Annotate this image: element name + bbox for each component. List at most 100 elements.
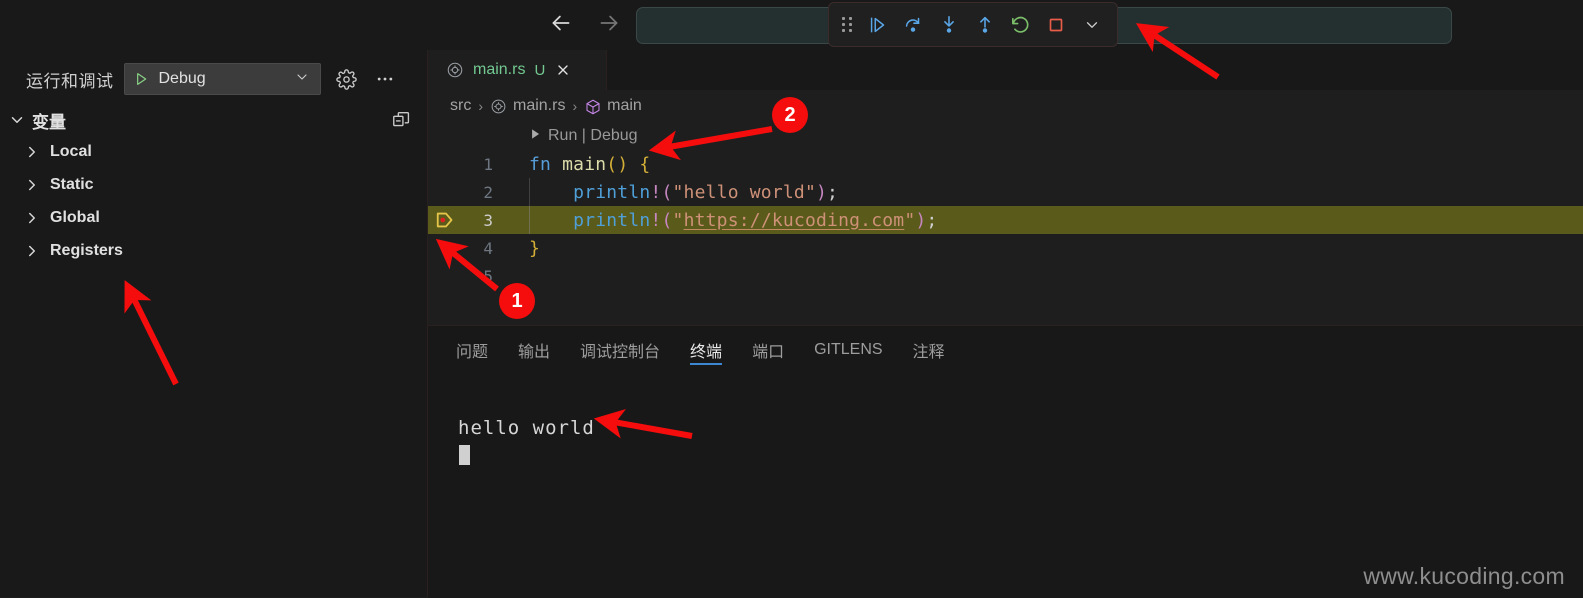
panel-tab-4[interactable]: 端口	[752, 326, 784, 374]
code-token: !	[650, 209, 662, 231]
step-out-icon[interactable]	[970, 10, 1000, 40]
code-token: }	[529, 237, 541, 259]
variable-scope-local[interactable]: Local	[0, 135, 427, 168]
step-into-icon[interactable]	[934, 10, 964, 40]
codelens-label[interactable]: Run | Debug	[548, 127, 638, 145]
arrow-right-icon[interactable]	[596, 10, 622, 36]
panel-tab-6[interactable]: 注释	[913, 326, 945, 374]
breadcrumb-item-main-rs[interactable]: main.rs	[490, 97, 565, 115]
code-editor[interactable]: 1 fn main() {2 println!("hello world"); 3 …	[428, 150, 1583, 325]
chevron-down-icon[interactable]	[8, 111, 26, 129]
restart-icon[interactable]	[1006, 10, 1036, 40]
breadcrumb: src › main.rs › main	[428, 90, 1583, 122]
line-number: 4	[483, 238, 493, 258]
step-over-icon[interactable]	[899, 10, 929, 40]
panel-tab-0[interactable]: 问题	[456, 326, 488, 374]
variable-scope-global[interactable]: Global	[0, 201, 427, 234]
breadcrumb-separator: ›	[572, 98, 578, 114]
line-number: 2	[483, 182, 493, 202]
code-line[interactable]: 1 fn main() {	[428, 150, 1583, 178]
code-line[interactable]: 5	[428, 262, 1583, 290]
code-token: ;	[926, 209, 938, 231]
variable-scope-label: Registers	[50, 241, 123, 259]
tab-main-rs[interactable]: main.rs U	[428, 50, 607, 90]
editor-tab-bar: main.rs U	[428, 50, 1583, 90]
code-token: https://kucoding.com	[683, 209, 905, 231]
arrow-left-icon[interactable]	[548, 10, 574, 36]
code-line-text: fn main() {	[529, 154, 650, 175]
breadcrumb-label: main.rs	[513, 97, 566, 114]
line-number: 1	[483, 154, 493, 174]
code-token: {	[639, 153, 651, 175]
variable-scope-label: Local	[50, 142, 92, 160]
chevron-right-icon[interactable]	[23, 209, 41, 227]
debug-configuration-select[interactable]: Debug	[123, 63, 321, 95]
code-token: main	[562, 153, 607, 175]
variable-scope-registers[interactable]: Registers	[0, 234, 427, 267]
chevron-right-icon[interactable]	[23, 176, 41, 194]
gear-icon[interactable]	[335, 67, 359, 91]
variables-section: 变量 Local Static Global Registers	[0, 105, 427, 267]
breadcrumb-label: src	[450, 97, 472, 114]
drag-handle-icon[interactable]	[839, 14, 855, 36]
variable-scope-static[interactable]: Static	[0, 168, 427, 201]
indent-guide	[529, 206, 530, 234]
code-line-text: println!("hello world");	[529, 182, 838, 203]
play-icon[interactable]	[133, 71, 149, 87]
code-line-text: println!("https://kucoding.com");	[529, 210, 937, 231]
terminal-output-line: hello world	[458, 417, 595, 439]
breadcrumb-label: main	[607, 97, 642, 114]
code-token: ()	[606, 153, 629, 175]
code-token: !	[650, 181, 662, 203]
run-and-debug-sidebar: 运行和调试 Debug 变量 Local Static Global Regis…	[0, 50, 428, 597]
panel-tab-5[interactable]: GITLENS	[814, 326, 882, 374]
panel-tab-2[interactable]: 调试控制台	[580, 326, 660, 374]
variable-scope-label: Static	[50, 175, 94, 193]
code-token: println	[573, 209, 651, 231]
panel-tab-3[interactable]: 终端	[690, 326, 723, 374]
line-number: 5	[483, 266, 493, 286]
variables-title: 变量	[32, 112, 66, 132]
navigation-arrows	[548, 10, 622, 36]
panel-tab-bar: 问题 输出 调试控制台 终端 端口 GITLENS 注释	[428, 326, 1583, 374]
breadcrumb-item-main[interactable]: main	[584, 97, 642, 115]
breadcrumb-item-src[interactable]: src	[450, 97, 471, 115]
stop-icon[interactable]	[1042, 10, 1072, 40]
code-token: )	[816, 181, 828, 203]
breakpoint-marker-icon[interactable]	[428, 209, 463, 231]
code-token: fn	[529, 153, 552, 175]
variables-header[interactable]: 变量	[0, 105, 427, 135]
tab-filename: main.rs	[473, 61, 526, 78]
debug-configuration-name: Debug	[158, 70, 206, 87]
collapse-all-icon[interactable]	[391, 109, 413, 131]
code-line[interactable]: 2 println!("hello world");	[428, 178, 1583, 206]
rust-icon	[446, 61, 464, 79]
chevron-right-icon[interactable]	[23, 143, 41, 161]
variables-list: Local Static Global Registers	[0, 135, 427, 267]
codelens-run-debug[interactable]: Run | Debug	[428, 122, 1583, 150]
chevron-down-icon[interactable]	[1077, 10, 1107, 40]
close-icon[interactable]	[555, 62, 571, 78]
chevron-right-icon[interactable]	[23, 242, 41, 260]
breadcrumb-separator: ›	[478, 98, 483, 114]
code-token: println	[573, 181, 651, 203]
panel-tab-1[interactable]: 输出	[518, 326, 550, 374]
code-token: )	[915, 209, 927, 231]
bottom-panel: 问题 输出 调试控制台 终端 端口 GITLENS 注释 hello world www.k…	[428, 325, 1583, 598]
tab-git-status: U	[534, 61, 546, 79]
sidebar-header: 运行和调试 Debug	[0, 58, 427, 100]
chevron-down-icon[interactable]	[294, 69, 310, 90]
code-token: ;	[827, 181, 839, 203]
debug-toolbar[interactable]	[828, 2, 1118, 47]
code-token: (	[661, 181, 673, 203]
continue-icon[interactable]	[863, 10, 893, 40]
symbol-method-icon	[584, 98, 601, 115]
code-token: "hello world"	[672, 181, 816, 203]
code-token: "	[904, 209, 916, 231]
code-line[interactable]: 3 println!("https://kucoding.com");	[428, 206, 1583, 234]
code-line[interactable]: 4}	[428, 234, 1583, 262]
ellipsis-icon[interactable]	[373, 67, 397, 91]
